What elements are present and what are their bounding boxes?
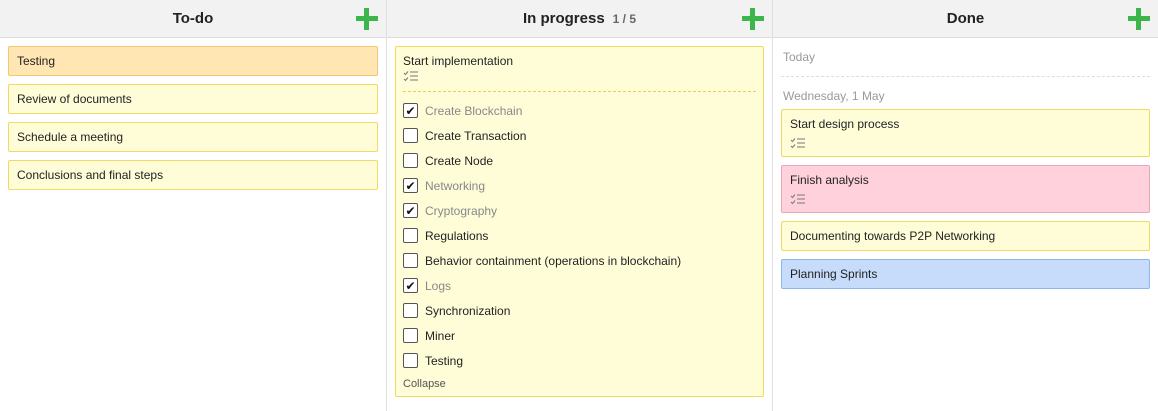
checkbox[interactable] <box>403 353 418 368</box>
card-title: Review of documents <box>17 92 132 106</box>
checklist-item-label: Networking <box>425 178 486 193</box>
checkbox[interactable] <box>403 103 418 118</box>
column-header-in-progress: In progress 1 / 5 <box>387 0 772 38</box>
checklist-item-label: Create Transaction <box>425 128 527 143</box>
checklist-item[interactable]: Create Transaction <box>403 123 756 148</box>
checklist-item[interactable]: Cryptography <box>403 198 756 223</box>
add-card-icon[interactable] <box>742 8 764 30</box>
collapse-link[interactable]: Collapse <box>403 378 756 390</box>
checklist-icon <box>790 137 1141 152</box>
checklist-item[interactable]: Create Blockchain <box>403 98 756 123</box>
add-card-icon[interactable] <box>1128 8 1150 30</box>
card-title: Conclusions and final steps <box>17 168 164 182</box>
card-title: Start implementation <box>403 54 514 68</box>
checklist-item[interactable]: Synchronization <box>403 298 756 323</box>
checklist-item-label: Behavior containment (operations in bloc… <box>425 253 682 268</box>
column-in-progress: In progress 1 / 5 Start implementation C <box>387 0 773 411</box>
checklist-icon <box>403 70 756 85</box>
checklist-item[interactable]: Create Node <box>403 148 756 173</box>
checkbox[interactable] <box>403 203 418 218</box>
checkbox[interactable] <box>403 228 418 243</box>
card-title: Start design process <box>790 117 900 131</box>
checklist-item[interactable]: Regulations <box>403 223 756 248</box>
column-title: In progress <box>522 10 605 27</box>
column-count: 1 / 5 <box>612 11 637 26</box>
column-body-in-progress: Start implementation Create BlockchainCr… <box>387 38 772 405</box>
checklist-item[interactable]: Behavior containment (operations in bloc… <box>403 248 756 273</box>
checklist-item[interactable]: Logs <box>403 273 756 298</box>
checkbox[interactable] <box>403 178 418 193</box>
divider <box>403 91 756 92</box>
column-title: Done <box>946 10 985 27</box>
card[interactable]: Start design process <box>781 109 1150 157</box>
checklist-item-label: Synchronization <box>425 303 511 318</box>
column-body-todo: Testing Review of documents Schedule a m… <box>0 38 386 206</box>
card-expanded[interactable]: Start implementation Create BlockchainCr… <box>395 46 764 397</box>
checkbox[interactable] <box>403 253 418 268</box>
checklist: Create Blockchain Create Transaction Creat… <box>403 98 756 373</box>
card[interactable]: Finish analysis <box>781 165 1150 213</box>
card[interactable]: Testing <box>8 46 378 76</box>
kanban-board: To-do Testing Review of documents Schedu… <box>0 0 1158 411</box>
column-done: Done Today Wednesday, 1 May Start design… <box>773 0 1158 411</box>
checklist-item-label: Cryptography <box>425 203 498 218</box>
date-group-label: Today <box>783 50 816 64</box>
column-header-todo: To-do <box>0 0 386 38</box>
column-body-done: Today Wednesday, 1 May Start design proc… <box>773 38 1158 305</box>
date-separator <box>781 76 1150 77</box>
checklist-item[interactable]: Miner <box>403 323 756 348</box>
column-title: To-do <box>172 10 214 27</box>
card-title: Testing <box>17 54 56 68</box>
card-title: Finish analysis <box>790 173 869 187</box>
checklist-item-label: Create Node <box>425 153 494 168</box>
checklist-item-label: Testing <box>425 353 464 368</box>
checkbox[interactable] <box>403 153 418 168</box>
card-title: Planning Sprints <box>790 267 878 281</box>
column-todo: To-do Testing Review of documents Schedu… <box>0 0 387 411</box>
checklist-item[interactable]: Testing <box>403 348 756 373</box>
card[interactable]: Documenting towards P2P Networking <box>781 221 1150 251</box>
add-card-icon[interactable] <box>356 8 378 30</box>
checklist-icon <box>790 193 1141 208</box>
card[interactable]: Planning Sprints <box>781 259 1150 289</box>
checkbox[interactable] <box>403 128 418 143</box>
checkbox[interactable] <box>403 328 418 343</box>
checklist-item-label: Regulations <box>425 228 489 243</box>
checklist-item[interactable]: Networking <box>403 173 756 198</box>
card[interactable]: Review of documents <box>8 84 378 114</box>
checkbox[interactable] <box>403 303 418 318</box>
card[interactable]: Schedule a meeting <box>8 122 378 152</box>
checkbox[interactable] <box>403 278 418 293</box>
checklist-item-label: Logs <box>425 278 452 293</box>
card[interactable]: Conclusions and final steps <box>8 160 378 190</box>
checklist-item-label: Miner <box>425 328 456 343</box>
card-title: Schedule a meeting <box>17 130 124 144</box>
checklist-item-label: Create Blockchain <box>425 103 523 118</box>
card-title: Documenting towards P2P Networking <box>790 229 996 243</box>
date-group-label: Wednesday, 1 May <box>783 89 885 103</box>
column-header-done: Done <box>773 0 1158 38</box>
